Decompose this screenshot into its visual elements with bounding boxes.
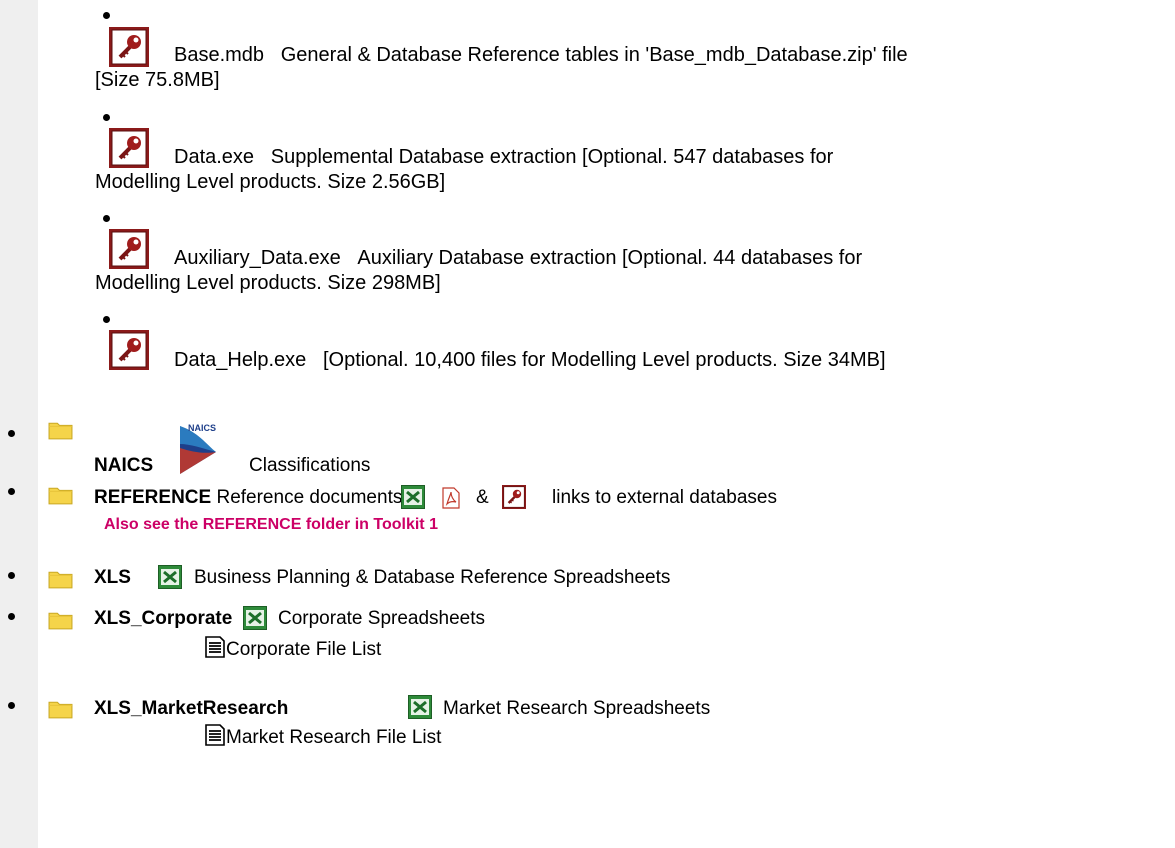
access-icon[interactable] bbox=[109, 27, 149, 67]
db-file-desc: General & Database Reference tables in '… bbox=[280, 44, 908, 66]
db-file-entry[interactable]: Data_Help.exe [Optional. 10,400 files fo… bbox=[174, 348, 886, 372]
excel-icon[interactable] bbox=[158, 565, 182, 589]
folder-desc: Classifications bbox=[249, 455, 371, 476]
folder-name[interactable]: XLS_MarketResearch bbox=[94, 698, 288, 720]
db-file-desc-2: Modelling Level products. Size 2.56GB] bbox=[95, 171, 446, 193]
db-file-desc: Auxiliary Database extraction [Optional.… bbox=[357, 247, 863, 269]
db-file-desc-2: [Size 75.8MB] bbox=[95, 69, 220, 91]
db-file-desc-2: Modelling Level products. Size 298MB] bbox=[95, 272, 441, 294]
document-icon[interactable] bbox=[205, 724, 225, 746]
reference-note-link[interactable]: Also see the REFERENCE folder in Toolkit… bbox=[104, 516, 438, 534]
folder-desc: Corporate Spreadsheets bbox=[278, 608, 486, 629]
bullet bbox=[103, 316, 110, 323]
bullet bbox=[103, 12, 110, 19]
db-file-desc: [Optional. 10,400 files for Modelling Le… bbox=[322, 349, 886, 371]
file-list-link[interactable]: Market Research File List bbox=[226, 727, 441, 749]
access-icon[interactable] bbox=[502, 485, 526, 509]
access-icon[interactable] bbox=[109, 229, 149, 269]
document-icon[interactable] bbox=[205, 636, 225, 658]
folder-name[interactable]: NAICS bbox=[94, 455, 153, 477]
folder-icon[interactable] bbox=[48, 484, 73, 505]
folder-icon[interactable] bbox=[48, 609, 73, 630]
excel-icon[interactable] bbox=[408, 695, 432, 719]
bullet bbox=[8, 702, 15, 709]
db-file-name[interactable]: Auxiliary_Data.exe bbox=[174, 247, 341, 269]
folder-name[interactable]: XLS bbox=[94, 567, 131, 589]
bullet bbox=[8, 488, 15, 495]
folder-icon[interactable] bbox=[48, 568, 73, 589]
folder-name[interactable]: XLS_Corporate bbox=[94, 608, 232, 630]
folder-icon[interactable] bbox=[48, 419, 73, 440]
excel-icon[interactable] bbox=[401, 485, 425, 509]
access-icon[interactable] bbox=[109, 330, 149, 370]
db-file-name[interactable]: Data_Help.exe bbox=[174, 349, 306, 371]
left-sidebar bbox=[0, 0, 38, 848]
db-file-name[interactable]: Base.mdb bbox=[174, 44, 264, 66]
db-file-desc: Supplemental Database extraction [Option… bbox=[270, 146, 834, 168]
ampersand: & bbox=[476, 487, 489, 508]
db-file-name[interactable]: Data.exe bbox=[174, 146, 254, 168]
folder-desc: Business Planning & Database Reference S… bbox=[194, 567, 671, 588]
folder-name[interactable]: REFERENCE bbox=[94, 487, 211, 508]
excel-icon[interactable] bbox=[243, 606, 267, 630]
pdf-icon[interactable] bbox=[441, 487, 461, 509]
db-file-entry[interactable]: Data.exe Supplemental Database extractio… bbox=[174, 145, 833, 169]
naics-logo-icon: NAICS bbox=[180, 423, 216, 474]
db-file-entry[interactable]: Auxiliary_Data.exe Auxiliary Database ex… bbox=[174, 246, 862, 270]
bullet bbox=[8, 572, 15, 579]
bullet bbox=[103, 114, 110, 121]
folder-desc: Market Research Spreadsheets bbox=[443, 698, 711, 719]
db-file-entry[interactable]: Base.mdb General & Database Reference ta… bbox=[174, 43, 908, 67]
file-list-link[interactable]: Corporate File List bbox=[226, 639, 381, 661]
bullet bbox=[8, 613, 15, 620]
folder-icon[interactable] bbox=[48, 698, 73, 719]
bullet bbox=[103, 215, 110, 222]
svg-text:NAICS: NAICS bbox=[188, 423, 216, 433]
reference-line: REFERENCE Reference documents: bbox=[94, 487, 408, 509]
access-icon[interactable] bbox=[109, 128, 149, 168]
bullet bbox=[8, 430, 15, 437]
folder-desc: Reference documents: bbox=[216, 487, 408, 508]
folder-desc-2: links to external databases bbox=[552, 487, 777, 508]
